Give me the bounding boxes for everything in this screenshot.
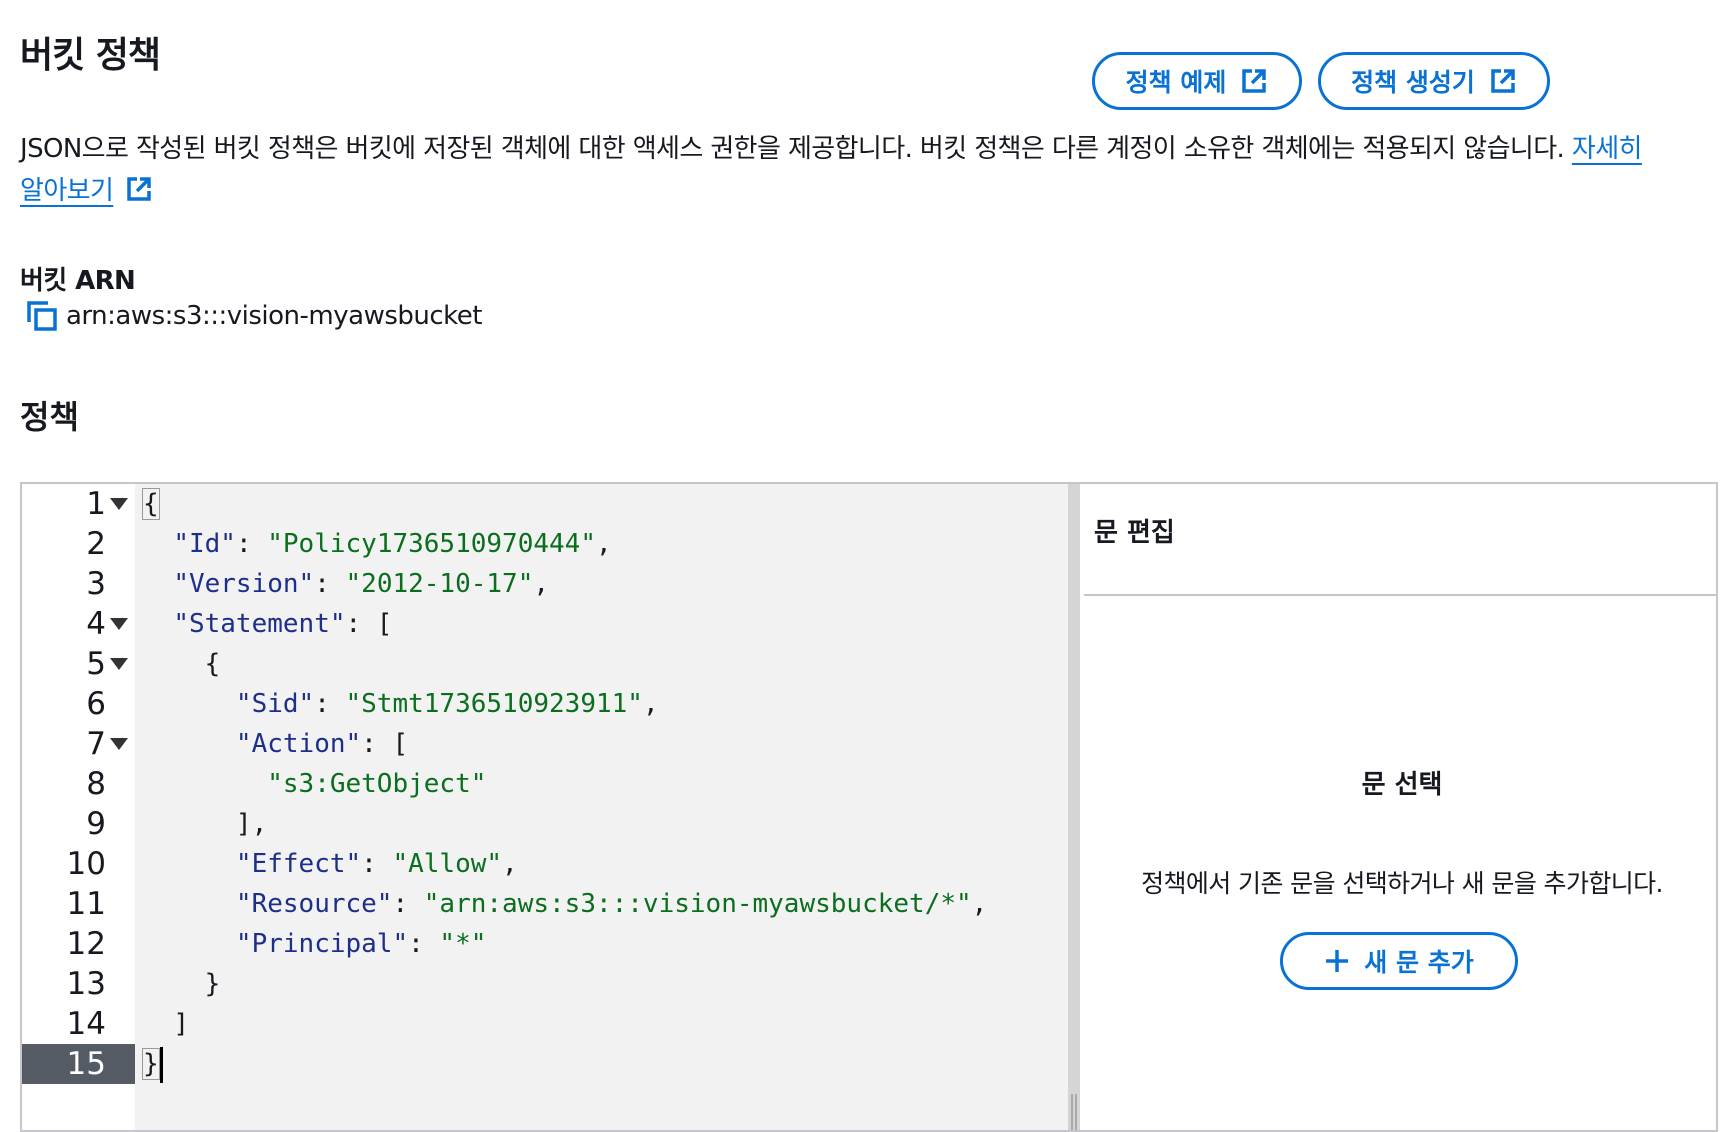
policy-section-title: 정책: [20, 398, 79, 436]
code-line-12: "Principal": "*": [235, 929, 487, 959]
code-val-resource: "arn:aws:s3:::vision-myawsbucket/*": [423, 889, 972, 919]
code-key-resource: "Resource": [235, 889, 393, 919]
code-key-principal: "Principal": [235, 929, 409, 959]
fold-caret-icon[interactable]: [110, 658, 128, 670]
editor-splitter[interactable]: [1068, 484, 1080, 1130]
code-key-action: "Action": [235, 729, 362, 759]
fold-caret-icon[interactable]: [110, 738, 128, 750]
code-open-brace: {: [142, 488, 160, 520]
code-key-sid: "Sid": [235, 689, 315, 719]
bucket-policy-description: JSON으로 작성된 버킷 정책은 버킷에 저장된 객체에 대한 액세스 권한을…: [20, 128, 1710, 212]
editor-gutter: 1 2 3 4 5 6 7 8 9 10 11 12 13 14 15: [22, 484, 135, 1130]
code-line-3: "Version": "2012-10-17",: [173, 569, 550, 599]
code-key-statement: "Statement": [173, 609, 346, 639]
edit-statement-heading: 문 편집: [1094, 518, 1175, 548]
external-link-icon: [127, 177, 151, 201]
line-number: 10: [66, 846, 106, 882]
code-val-principal: "*": [439, 929, 487, 959]
code-val-action: "s3:GetObject": [267, 769, 487, 799]
line-number: 15: [66, 1046, 106, 1082]
text-cursor: [159, 1046, 163, 1083]
code-val-version: "2012-10-17": [345, 569, 534, 599]
code-close-brace: }: [142, 1048, 160, 1080]
fold-caret-icon[interactable]: [110, 498, 128, 510]
panel-divider: [1084, 594, 1716, 596]
code-val-effect: "Allow": [392, 849, 503, 879]
select-statement-text: 정책에서 기존 문을 선택하거나 새 문을 추가합니다.: [1141, 869, 1663, 898]
code-close-statement: }: [204, 969, 221, 999]
line-number: 6: [86, 686, 106, 722]
line-number: 11: [66, 886, 106, 922]
code-line-9: ],: [142, 804, 267, 844]
line-number: 4: [86, 606, 106, 642]
code-line-5: {: [142, 644, 221, 684]
line-number: 14: [66, 1006, 106, 1042]
resize-grip-icon[interactable]: [1071, 1094, 1077, 1130]
page-title: 버킷 정책: [20, 35, 161, 76]
learn-more-label-2: 알아보기: [20, 176, 114, 206]
description-text: JSON으로 작성된 버킷 정책은 버킷에 저장된 객체에 대한 액세스 권한을…: [20, 134, 1572, 164]
policy-generator-button[interactable]: 정책 생성기: [1318, 52, 1550, 110]
code-line-8: "s3:GetObject": [142, 764, 486, 804]
line-number: 3: [86, 566, 106, 602]
line-number: 9: [86, 806, 106, 842]
fold-caret-icon[interactable]: [110, 618, 128, 630]
code-key-id: "Id": [173, 529, 236, 559]
policy-examples-button[interactable]: 정책 예제: [1092, 52, 1302, 110]
code-line-6: "Sid": "Stmt1736510923911",: [235, 689, 659, 719]
code-open-statement: {: [204, 649, 221, 679]
code-key-version: "Version": [173, 569, 315, 599]
line-number: 12: [66, 926, 106, 962]
code-line-15: }: [142, 1044, 163, 1084]
code-line-10: "Effect": "Allow",: [235, 849, 518, 879]
code-val-sid: "Stmt1736510923911": [345, 689, 643, 719]
code-key-effect: "Effect": [235, 849, 362, 879]
code-line-2: "Id": "Policy1736510970444",: [173, 529, 612, 559]
code-line-7: "Action": [: [235, 729, 409, 759]
line-number: 7: [86, 726, 106, 762]
line-number: 2: [86, 526, 106, 562]
code-line-1: {: [142, 484, 160, 524]
code-line-11: "Resource": "arn:aws:s3:::vision-myawsbu…: [235, 889, 988, 919]
external-link-icon: [1242, 69, 1267, 93]
external-link-icon: [1491, 69, 1515, 93]
policy-editor: 1 2 3 4 5 6 7 8 9 10 11 12 13 14 15 { "Id": "Policy173…: [20, 482, 1718, 1132]
line-number: 5: [86, 646, 106, 682]
bucket-arn-value: arn:aws:s3:::vision-myawsbucket: [66, 301, 482, 331]
plus-icon: [1326, 950, 1349, 972]
select-statement-title: 문 선택: [1361, 770, 1443, 800]
line-number: 8: [86, 766, 106, 802]
learn-more-label-1: 자세히: [1571, 134, 1643, 164]
add-new-statement-button[interactable]: 새 문 추가: [1280, 932, 1518, 990]
code-line-4: "Statement": [: [173, 609, 393, 639]
code-line-13: }: [142, 964, 221, 1004]
bucket-arn-label: 버킷 ARN: [20, 266, 136, 296]
bucket-arn-row: arn:aws:s3:::vision-myawsbucket: [26, 300, 482, 332]
line-number: 1: [86, 486, 106, 522]
code-close-array: ]: [173, 1009, 189, 1039]
code-close-action: ],: [235, 809, 268, 839]
code-line-14: ]: [142, 1004, 189, 1044]
copy-icon[interactable]: [26, 300, 58, 332]
add-new-statement-label: 새 문 추가: [1364, 948, 1474, 977]
policy-examples-label: 정책 예제: [1125, 68, 1227, 97]
line-number: 13: [66, 966, 106, 1002]
policy-generator-label: 정책 생성기: [1351, 68, 1475, 97]
code-val-id: "Policy1736510970444": [267, 529, 596, 559]
